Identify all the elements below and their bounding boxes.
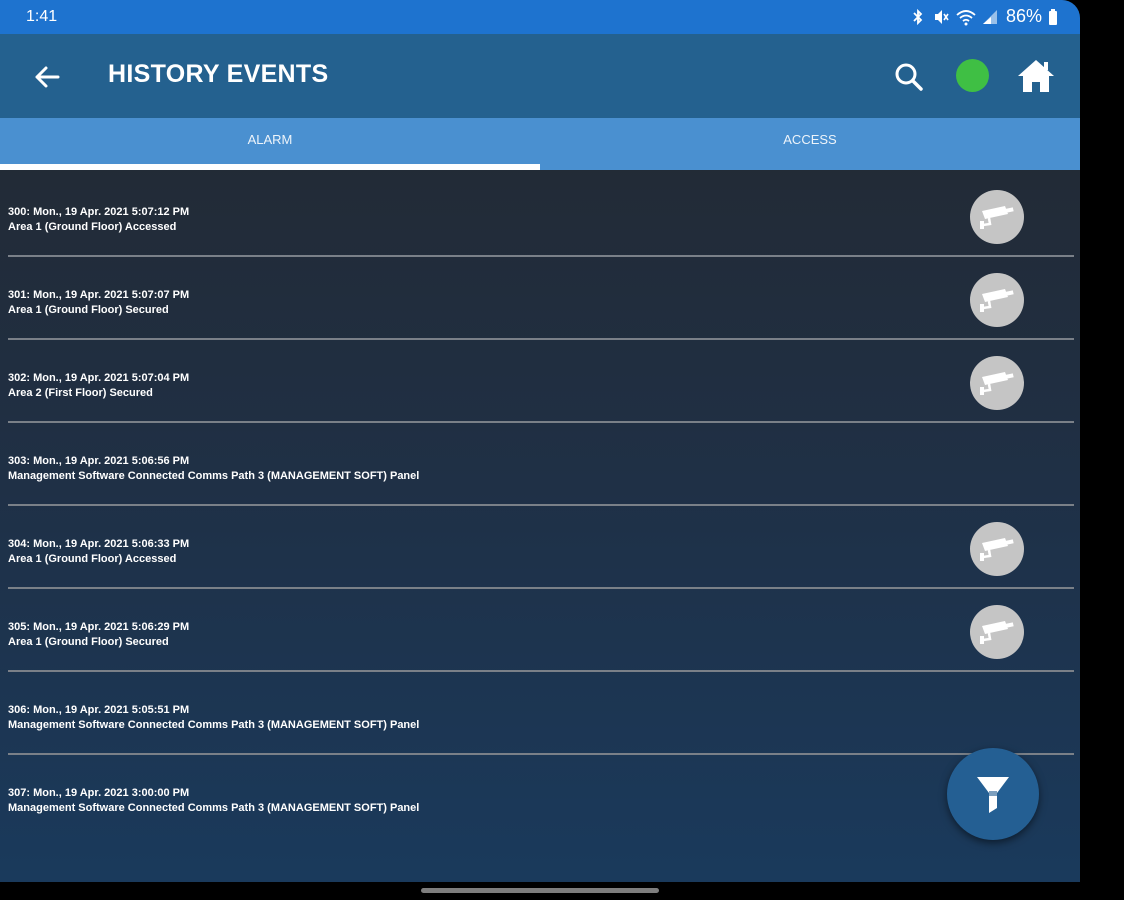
tab-selected-indicator <box>0 164 540 170</box>
camera-button[interactable] <box>970 190 1024 244</box>
device-screen: 1:41 86% HISTORY EVENTS ALARM ACCESS 300… <box>0 0 1080 882</box>
list-item[interactable]: 302: Mon., 19 Apr. 2021 5:07:04 PM Area … <box>0 340 1080 423</box>
list-item[interactable]: 303: Mon., 19 Apr. 2021 5:06:56 PM Manag… <box>0 423 1080 506</box>
status-bar: 1:41 86% <box>0 0 1080 34</box>
camera-button[interactable] <box>970 522 1024 576</box>
home-icon[interactable] <box>1016 56 1056 96</box>
tab-bar: ALARM ACCESS <box>0 118 1080 170</box>
tab-alarm[interactable]: ALARM <box>0 118 540 170</box>
camera-button[interactable] <box>970 273 1024 327</box>
event-text: 307: Mon., 19 Apr. 2021 3:00:00 PM Manag… <box>8 786 419 816</box>
battery-percent: 86% <box>1005 6 1042 26</box>
camera-icon <box>980 206 1014 229</box>
camera-icon <box>980 621 1014 644</box>
camera-icon <box>980 372 1014 395</box>
event-description: Area 1 (Ground Floor) Secured <box>8 636 169 648</box>
camera-button[interactable] <box>970 356 1024 410</box>
event-header: 303: Mon., 19 Apr. 2021 5:06:56 PM <box>8 455 190 467</box>
signal-icon <box>982 9 997 24</box>
history-events-list: 300: Mon., 19 Apr. 2021 5:07:12 PM Area … <box>0 174 1080 838</box>
list-item[interactable]: 304: Mon., 19 Apr. 2021 5:06:33 PM Area … <box>0 506 1080 589</box>
event-description: Management Software Connected Comms Path… <box>8 470 420 482</box>
event-header: 300: Mon., 19 Apr. 2021 5:07:12 PM <box>8 206 190 218</box>
list-item[interactable]: 300: Mon., 19 Apr. 2021 5:07:12 PM Area … <box>0 174 1080 257</box>
event-text: 302: Mon., 19 Apr. 2021 5:07:04 PM Area … <box>8 371 189 401</box>
mute-icon <box>934 9 949 24</box>
battery-icon <box>1049 8 1057 25</box>
event-text: 306: Mon., 19 Apr. 2021 5:05:51 PM Manag… <box>8 703 419 733</box>
event-description: Area 2 (First Floor) Secured <box>8 387 153 399</box>
event-header: 302: Mon., 19 Apr. 2021 5:07:04 PM <box>8 372 190 384</box>
list-item[interactable]: 301: Mon., 19 Apr. 2021 5:07:07 PM Area … <box>0 257 1080 340</box>
bluetooth-icon <box>913 8 923 25</box>
status-time: 1:41 <box>26 8 58 25</box>
event-description: Management Software Connected Comms Path… <box>8 719 420 731</box>
camera-icon <box>980 289 1014 312</box>
navigation-handle[interactable] <box>421 888 659 893</box>
event-text: 305: Mon., 19 Apr. 2021 5:06:29 PM Area … <box>8 620 189 650</box>
event-text: 303: Mon., 19 Apr. 2021 5:06:56 PM Manag… <box>8 454 419 484</box>
event-text: 301: Mon., 19 Apr. 2021 5:07:07 PM Area … <box>8 288 189 318</box>
event-description: Area 1 (Ground Floor) Accessed <box>8 553 177 565</box>
app-bar: HISTORY EVENTS <box>0 34 1080 118</box>
event-text: 300: Mon., 19 Apr. 2021 5:07:12 PM Area … <box>8 205 189 235</box>
event-description: Area 1 (Ground Floor) Accessed <box>8 221 177 233</box>
event-description: Area 1 (Ground Floor) Secured <box>8 304 169 316</box>
wifi-icon <box>956 9 976 25</box>
event-text: 304: Mon., 19 Apr. 2021 5:06:33 PM Area … <box>8 537 189 567</box>
filter-icon <box>977 777 1009 813</box>
event-description: Management Software Connected Comms Path… <box>8 802 420 814</box>
list-item[interactable]: 307: Mon., 19 Apr. 2021 3:00:00 PM Manag… <box>0 755 1080 838</box>
list-item[interactable]: 305: Mon., 19 Apr. 2021 5:06:29 PM Area … <box>0 589 1080 672</box>
event-header: 307: Mon., 19 Apr. 2021 3:00:00 PM <box>8 787 190 799</box>
page-title: HISTORY EVENTS <box>108 60 329 88</box>
camera-button[interactable] <box>970 605 1024 659</box>
event-header: 306: Mon., 19 Apr. 2021 5:05:51 PM <box>8 704 190 716</box>
status-icons: 86% <box>910 6 1058 27</box>
search-icon[interactable] <box>892 60 926 94</box>
event-header: 304: Mon., 19 Apr. 2021 5:06:33 PM <box>8 538 190 550</box>
connection-status-indicator[interactable] <box>956 59 989 92</box>
tab-access[interactable]: ACCESS <box>540 118 1080 170</box>
event-header: 301: Mon., 19 Apr. 2021 5:07:07 PM <box>8 289 190 301</box>
camera-icon <box>980 538 1014 561</box>
filter-button[interactable] <box>947 748 1039 840</box>
back-arrow-icon[interactable] <box>30 60 64 94</box>
event-header: 305: Mon., 19 Apr. 2021 5:06:29 PM <box>8 621 190 633</box>
list-item[interactable]: 306: Mon., 19 Apr. 2021 5:05:51 PM Manag… <box>0 672 1080 755</box>
